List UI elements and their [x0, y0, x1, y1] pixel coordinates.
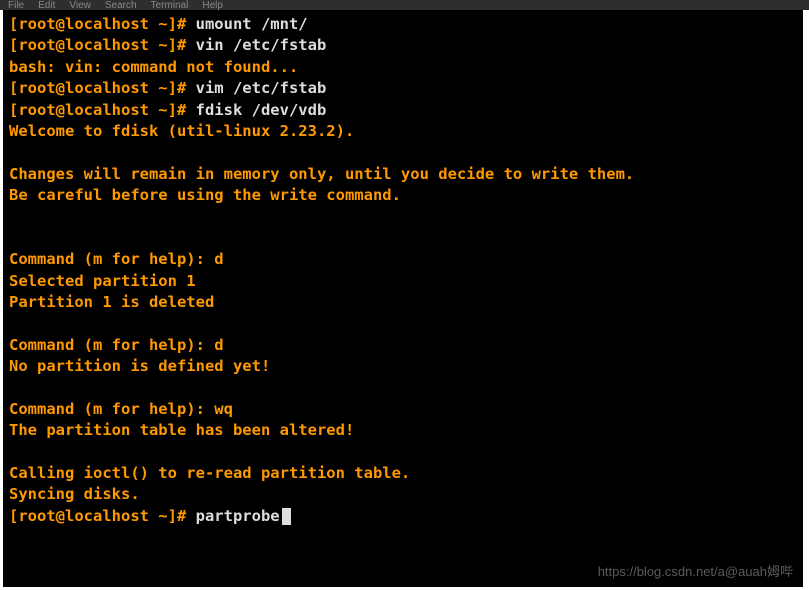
menu-item-edit[interactable]: Edit	[38, 0, 55, 10]
terminal-line: Command (m for help): wq	[9, 399, 797, 420]
terminal-line	[9, 442, 797, 463]
menu-item-file[interactable]: File	[8, 0, 24, 10]
terminal-line: bash: vin: command not found...	[9, 57, 797, 78]
terminal-line: Command (m for help): d	[9, 249, 797, 270]
menu-item-view[interactable]: View	[69, 0, 91, 10]
command-text: fdisk /dev/vdb	[196, 101, 327, 119]
terminal-line	[9, 313, 797, 334]
terminal-line: Be careful before using the write comman…	[9, 185, 797, 206]
terminal-line: The partition table has been altered!	[9, 420, 797, 441]
terminal-line: Welcome to fdisk (util-linux 2.23.2).	[9, 121, 797, 142]
terminal-line: [root@localhost ~]# umount /mnt/	[9, 14, 797, 35]
menu-item-search[interactable]: Search	[105, 0, 137, 10]
terminal-line	[9, 206, 797, 227]
terminal-line: [root@localhost ~]# vin /etc/fstab	[9, 35, 797, 56]
terminal-line: Selected partition 1	[9, 271, 797, 292]
terminal-line: Calling ioctl() to re-read partition tab…	[9, 463, 797, 484]
terminal-line: [root@localhost ~]# fdisk /dev/vdb	[9, 100, 797, 121]
terminal-line: No partition is defined yet!	[9, 356, 797, 377]
command-text: partprobe	[196, 507, 280, 525]
prompt: [root@localhost ~]#	[9, 15, 196, 33]
terminal-line	[9, 142, 797, 163]
prompt: [root@localhost ~]#	[9, 79, 196, 97]
prompt: [root@localhost ~]#	[9, 36, 196, 54]
terminal-line: Syncing disks.	[9, 484, 797, 505]
command-text: vim /etc/fstab	[196, 79, 327, 97]
terminal-content: [root@localhost ~]# umount /mnt/[root@lo…	[9, 14, 797, 527]
terminal-line: Partition 1 is deleted	[9, 292, 797, 313]
prompt: [root@localhost ~]#	[9, 507, 196, 525]
terminal[interactable]: [root@localhost ~]# umount /mnt/[root@lo…	[3, 10, 803, 587]
command-text: umount /mnt/	[196, 15, 308, 33]
terminal-line: Command (m for help): d	[9, 335, 797, 356]
prompt: [root@localhost ~]#	[9, 101, 196, 119]
terminal-line: [root@localhost ~]# partprobe	[9, 506, 797, 527]
cursor	[282, 508, 291, 525]
menu-item-help[interactable]: Help	[202, 0, 223, 10]
terminal-line	[9, 228, 797, 249]
menu-bar: File Edit View Search Terminal Help	[0, 0, 809, 10]
terminal-line: Changes will remain in memory only, unti…	[9, 164, 797, 185]
terminal-line	[9, 377, 797, 398]
terminal-line: [root@localhost ~]# vim /etc/fstab	[9, 78, 797, 99]
watermark: https://blog.csdn.net/a@auah姆哔	[598, 563, 793, 581]
menu-item-terminal[interactable]: Terminal	[151, 0, 189, 10]
command-text: vin /etc/fstab	[196, 36, 327, 54]
